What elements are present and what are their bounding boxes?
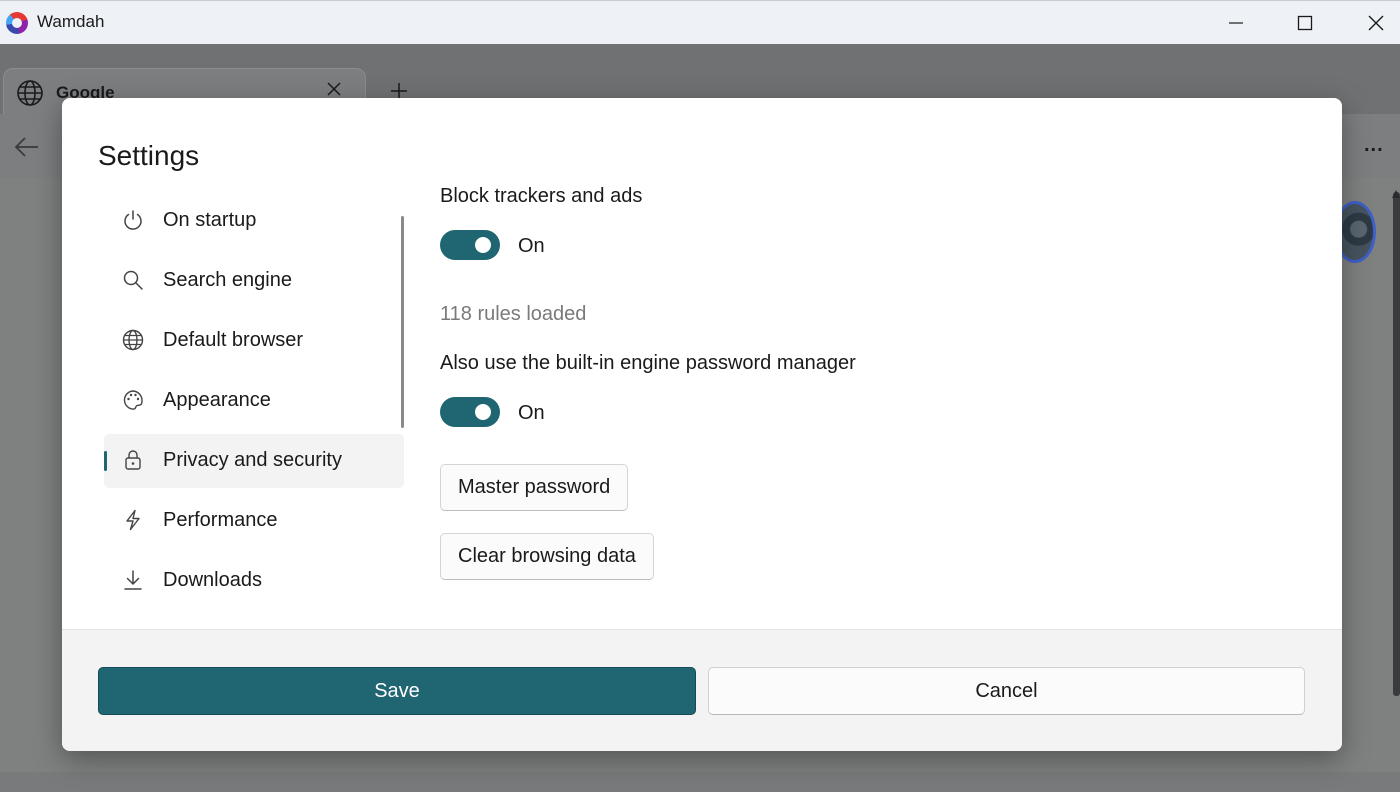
arrow-left-icon[interactable] (14, 136, 40, 158)
more-menu-button[interactable]: ... (1364, 134, 1384, 157)
close-window-button[interactable] (1353, 1, 1399, 45)
block-trackers-toggle[interactable] (440, 230, 500, 260)
nav-item-label: Privacy and security (163, 449, 342, 471)
password-manager-label: Also use the built-in engine password ma… (440, 352, 856, 374)
password-manager-toggle[interactable] (440, 397, 500, 427)
globe-icon (17, 80, 43, 106)
title-bar: Wamdah (0, 0, 1400, 44)
close-icon (1368, 15, 1384, 31)
privacy-settings-pane: Block trackers and ads On 118 rules load… (440, 182, 1300, 612)
rules-loaded-text: 118 rules loaded (440, 303, 587, 325)
minimize-icon (1229, 22, 1243, 24)
selection-indicator (104, 451, 107, 471)
nav-item-label: Appearance (163, 389, 271, 411)
nav-item-label: Default browser (163, 329, 304, 351)
nav-item-default-browser[interactable]: Default browser (104, 314, 404, 368)
nav-item-performance[interactable]: Performance (104, 494, 404, 548)
toggle-knob (475, 237, 491, 253)
nav-item-search-engine[interactable]: Search engine (104, 254, 404, 308)
nav-item-appearance[interactable]: Appearance (104, 374, 404, 428)
app-logo-icon (6, 12, 28, 34)
maximize-icon (1297, 15, 1313, 31)
nav-item-label: On startup (163, 209, 257, 231)
status-bar (0, 772, 1400, 792)
save-button[interactable]: Save (98, 667, 696, 715)
nav-scrollbar[interactable] (401, 216, 404, 428)
globe-icon (122, 329, 144, 351)
power-icon (124, 210, 142, 230)
block-trackers-state: On (518, 235, 545, 257)
close-icon[interactable] (326, 81, 342, 97)
nav-item-label: Search engine (163, 269, 292, 291)
dialog-footer: Save Cancel (62, 629, 1342, 751)
nav-item-label: Downloads (163, 569, 262, 591)
lock-icon (125, 450, 141, 470)
app-title: Wamdah (37, 12, 105, 31)
nav-item-privacy-and-security[interactable]: Privacy and security (104, 434, 404, 488)
settings-dialog: Settings On startup Search engine Defaul… (62, 98, 1342, 751)
toggle-knob (475, 404, 491, 420)
block-trackers-label: Block trackers and ads (440, 185, 643, 207)
page-scrollbar[interactable] (1393, 192, 1400, 696)
cancel-button[interactable]: Cancel (708, 667, 1305, 715)
minimize-button[interactable] (1213, 1, 1259, 45)
nav-item-on-startup[interactable]: On startup (104, 194, 404, 248)
password-manager-state: On (518, 402, 545, 424)
scroll-up-arrow-icon[interactable] (1392, 190, 1400, 198)
settings-nav: On startup Search engine Default browser (104, 194, 404, 606)
lightning-icon (126, 509, 140, 531)
palette-icon (123, 390, 143, 410)
download-icon (124, 570, 142, 590)
master-password-button[interactable]: Master password (440, 464, 629, 511)
search-icon (123, 270, 143, 290)
maximize-button[interactable] (1282, 1, 1328, 45)
nav-item-downloads[interactable]: Downloads (104, 554, 404, 608)
dialog-title: Settings (98, 140, 200, 171)
clear-browsing-data-button[interactable]: Clear browsing data (440, 533, 654, 580)
nav-item-label: Performance (163, 509, 278, 531)
